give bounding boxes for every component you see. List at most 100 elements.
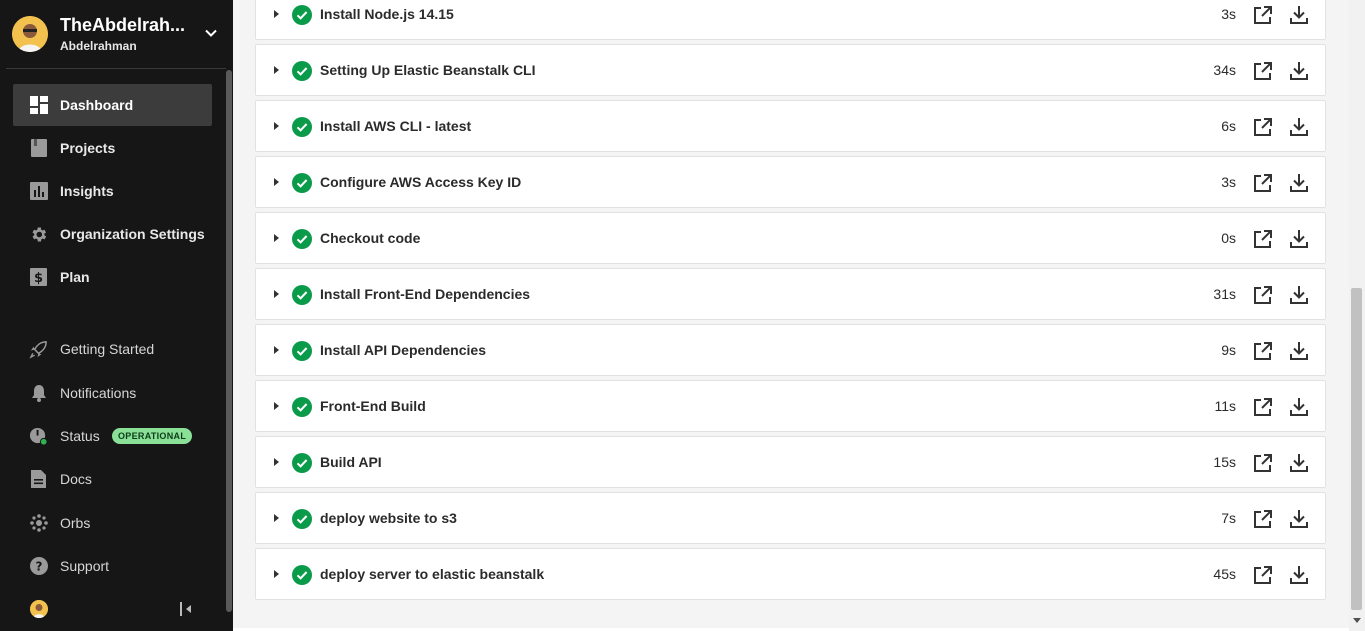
chevron-down-icon[interactable] [204,26,218,40]
sidebar-item-getting-started[interactable]: Getting Started [13,328,212,370]
sidebar-item-insights[interactable]: Insights [13,170,212,212]
open-external-icon[interactable] [1253,173,1273,193]
expand-caret-icon[interactable] [274,346,279,354]
step-row[interactable]: Install AWS CLI - latest 6s [255,100,1326,152]
download-icon[interactable] [1289,341,1309,361]
step-row[interactable]: Install Front-End Dependencies 31s [255,268,1326,320]
sidebar-item-label: Plan [60,269,90,285]
download-icon[interactable] [1289,61,1309,81]
step-duration: 15s [1213,454,1236,470]
org-username: Abdelrahman [60,39,137,53]
step-title: Checkout code [320,230,421,246]
success-check-icon [292,565,312,585]
download-icon[interactable] [1289,5,1309,25]
insights-icon [29,182,48,201]
step-duration: 11s [1214,398,1236,414]
sidebar-item-status[interactable]: Status OPERATIONAL [13,415,212,457]
step-row[interactable]: Front-End Build 11s [255,380,1326,432]
open-external-icon[interactable] [1253,397,1273,417]
orbs-icon [29,514,48,533]
step-title: deploy server to elastic beanstalk [320,566,545,582]
expand-caret-icon[interactable] [274,66,279,74]
org-avatar [12,16,48,52]
sidebar-item-label: Notifications [60,385,137,401]
step-title: deploy website to s3 [320,510,457,526]
expand-caret-icon[interactable] [274,402,279,410]
download-icon[interactable] [1289,453,1309,473]
step-title: Install API Dependencies [320,342,486,358]
download-icon[interactable] [1289,397,1309,417]
open-external-icon[interactable] [1253,61,1273,81]
sidebar-item-label: Insights [60,183,114,199]
step-row[interactable]: Install Node.js 14.15 3s [255,0,1326,40]
step-duration: 6s [1221,118,1236,134]
expand-caret-icon[interactable] [274,514,279,522]
download-icon[interactable] [1289,117,1309,137]
help-icon: ? [29,557,48,576]
step-row[interactable]: Configure AWS Access Key ID 3s [255,156,1326,208]
sidebar-item-label: Projects [60,140,116,156]
scroll-down-arrow[interactable] [1353,618,1361,623]
org-switcher[interactable]: TheAbdelrah... Abdelrahman [12,14,226,54]
rocket-icon [29,340,48,359]
step-row[interactable]: Build API 15s [255,436,1326,488]
step-row[interactable]: Install API Dependencies 9s [255,324,1326,376]
open-external-icon[interactable] [1253,341,1273,361]
step-row[interactable]: Checkout code 0s [255,212,1326,264]
open-external-icon[interactable] [1253,285,1273,305]
sidebar-item-organization-settings[interactable]: Organization Settings [13,213,212,255]
sidebar-item-label: Getting Started [60,341,155,357]
step-duration: 0s [1221,230,1236,246]
step-title: Install Node.js 14.15 [320,6,454,22]
sidebar-item-dashboard[interactable]: Dashboard [13,84,212,126]
expand-caret-icon[interactable] [274,234,279,242]
sidebar-item-label: Dashboard [60,97,134,113]
expand-caret-icon[interactable] [274,10,279,18]
expand-caret-icon[interactable] [274,570,279,578]
success-check-icon [292,285,312,305]
svg-text:$: $ [34,271,43,286]
dashboard-icon [29,96,48,115]
success-check-icon [292,397,312,417]
sidebar-item-docs[interactable]: Docs [13,458,212,500]
download-icon[interactable] [1289,229,1309,249]
download-icon[interactable] [1289,565,1309,585]
projects-icon [29,139,48,158]
step-duration: 45s [1213,566,1236,582]
bell-icon [29,384,48,403]
step-row[interactable]: Setting Up Elastic Beanstalk CLI 34s [255,44,1326,96]
sidebar-scrollbar[interactable] [226,70,232,612]
user-avatar[interactable] [30,600,48,618]
success-check-icon [292,117,312,137]
collapse-sidebar-icon[interactable] [178,600,194,618]
success-check-icon [292,61,312,81]
sidebar-item-notifications[interactable]: Notifications [13,372,212,414]
step-row[interactable]: deploy website to s3 7s [255,492,1326,544]
expand-caret-icon[interactable] [274,458,279,466]
open-external-icon[interactable] [1253,509,1273,529]
sidebar-item-label: Organization Settings [60,226,205,242]
sidebar-item-support[interactable]: ? Support [13,545,212,587]
open-external-icon[interactable] [1253,565,1273,585]
step-duration: 3s [1221,6,1236,22]
expand-caret-icon[interactable] [274,290,279,298]
docs-icon [29,470,48,489]
download-icon[interactable] [1289,509,1309,529]
sidebar-item-plan[interactable]: $ Plan [13,256,212,298]
download-icon[interactable] [1289,173,1309,193]
scrollbar-thumb[interactable] [1351,288,1362,610]
sidebar-item-label: Orbs [60,515,91,531]
success-check-icon [292,229,312,249]
open-external-icon[interactable] [1253,229,1273,249]
open-external-icon[interactable] [1253,453,1273,473]
sidebar-item-orbs[interactable]: Orbs [13,502,212,544]
step-title: Install Front-End Dependencies [320,286,531,302]
download-icon[interactable] [1289,285,1309,305]
sidebar-item-projects[interactable]: Projects [13,127,212,169]
expand-caret-icon[interactable] [274,178,279,186]
open-external-icon[interactable] [1253,5,1273,25]
open-external-icon[interactable] [1253,117,1273,137]
step-row[interactable]: deploy server to elastic beanstalk 45s [255,548,1326,600]
expand-caret-icon[interactable] [274,122,279,130]
page-scrollbar[interactable] [1349,0,1365,631]
